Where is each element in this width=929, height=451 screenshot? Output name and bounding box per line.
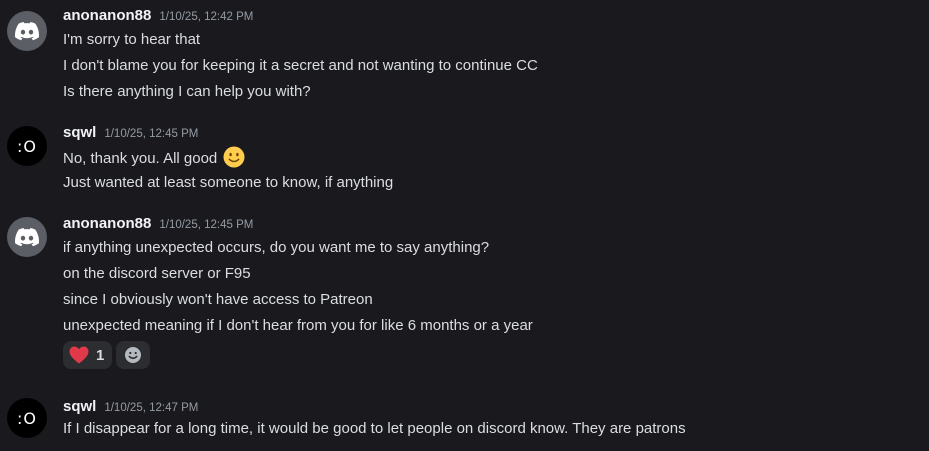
reactions-bar: 1: [63, 341, 151, 369]
message-header: anonanon88 1/10/25, 12:45 PM: [63, 215, 253, 237]
timestamp[interactable]: 1/10/25, 12:45 PM: [159, 219, 253, 231]
reaction-heart[interactable]: 1: [63, 341, 113, 369]
message-line: Is there anything I can help you with?: [63, 83, 311, 100]
avatar[interactable]: :O: [7, 398, 47, 438]
add-reaction-button[interactable]: [116, 341, 151, 369]
add-emoji-icon: [125, 347, 142, 363]
message-line: if anything unexpected occurs, do you wa…: [63, 239, 490, 256]
avatar[interactable]: [7, 217, 47, 257]
red-heart-icon: [69, 346, 89, 364]
reaction-count: 1: [96, 346, 105, 364]
discord-logo-icon: [15, 21, 39, 40]
slightly-smiling-face-icon[interactable]: [223, 146, 245, 168]
avatar-text: :O: [17, 408, 37, 428]
message-line-with-emoji: No, thank you. All good: [63, 146, 245, 170]
author-name[interactable]: sqwl: [63, 124, 96, 141]
message-line: I don't blame you for keeping it a secre…: [63, 57, 538, 74]
timestamp[interactable]: 1/10/25, 12:42 PM: [159, 11, 253, 23]
message-line: Just wanted at least someone to know, if…: [63, 174, 394, 191]
author-name[interactable]: anonanon88: [63, 7, 151, 24]
message-line: on the discord server or F95: [63, 265, 251, 282]
discord-logo-icon: [15, 227, 39, 246]
timestamp[interactable]: 1/10/25, 12:47 PM: [104, 402, 198, 414]
message-line: unexpected meaning if I don't hear from …: [63, 317, 533, 334]
author-name[interactable]: sqwl: [63, 398, 96, 415]
message-header: sqwl 1/10/25, 12:47 PM: [63, 398, 198, 420]
avatar[interactable]: [7, 11, 47, 51]
message-text: No, thank you. All good: [63, 150, 218, 167]
message-line: I'm sorry to hear that: [63, 31, 201, 48]
avatar[interactable]: :O: [7, 126, 47, 166]
timestamp[interactable]: 1/10/25, 12:45 PM: [104, 128, 198, 140]
author-name[interactable]: anonanon88: [63, 215, 151, 232]
message-line: If I disappear for a long time, it would…: [63, 420, 686, 437]
avatar-text: :O: [17, 136, 37, 156]
message-header: anonanon88 1/10/25, 12:42 PM: [63, 7, 253, 29]
message-line: since I obviously won't have access to P…: [63, 291, 373, 308]
message-header: sqwl 1/10/25, 12:45 PM: [63, 124, 198, 146]
